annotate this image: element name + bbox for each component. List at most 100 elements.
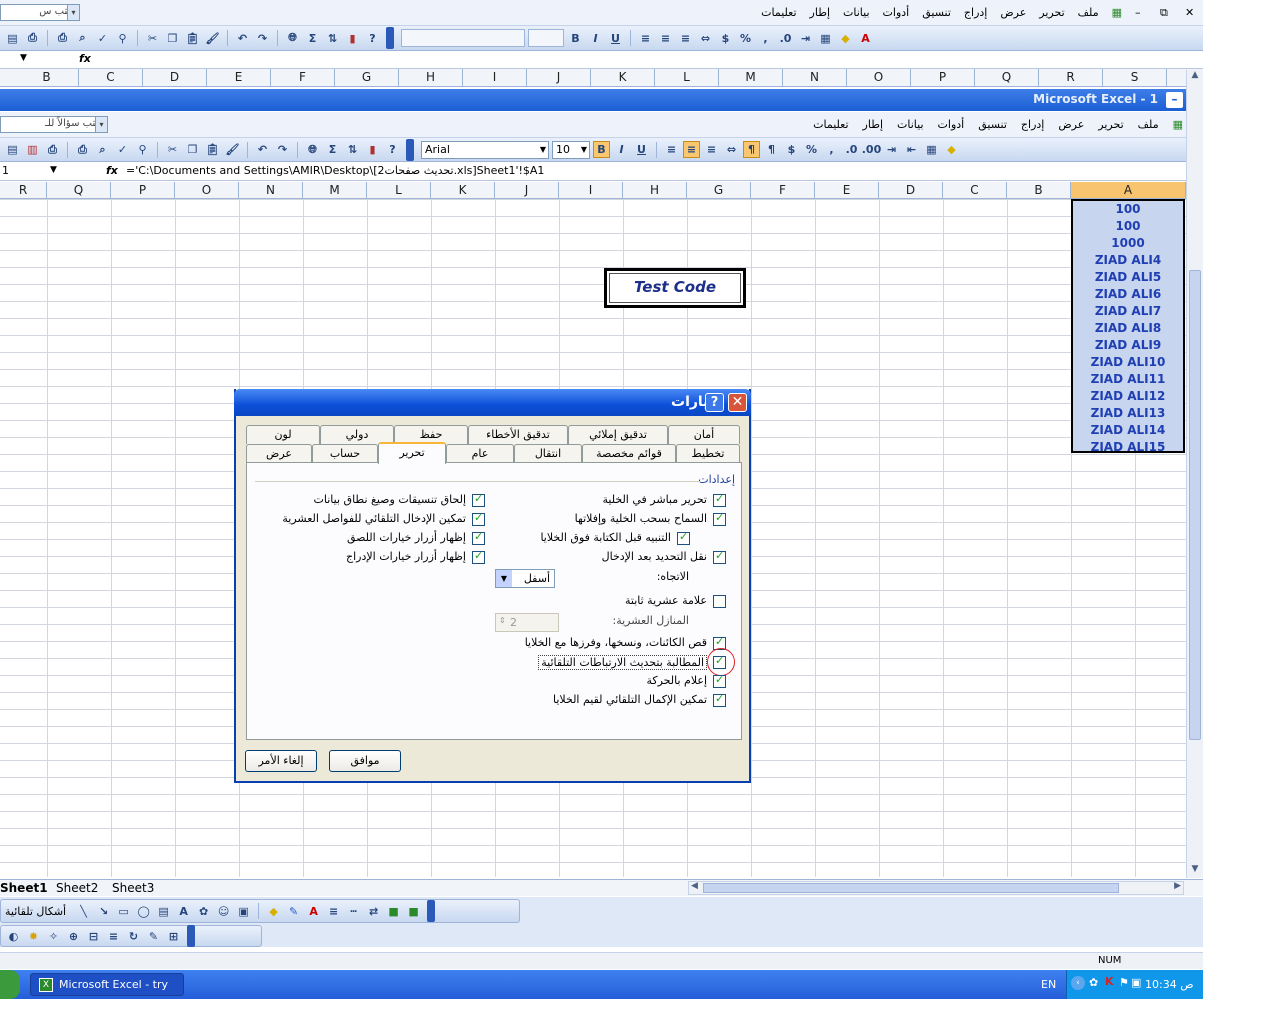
sort-icon[interactable]: ⇅ (324, 30, 341, 47)
network-icon[interactable]: ✿ (1089, 976, 1098, 989)
cell[interactable]: ZIAD ALI10 (1073, 354, 1183, 371)
tab-color[interactable]: لون (246, 425, 320, 444)
insert-options-checkbox[interactable] (472, 549, 485, 564)
cell[interactable]: ZIAD ALI14 (1073, 422, 1183, 439)
fixed-decimal-label[interactable]: علامة عشرية ثابتة (625, 594, 707, 607)
cell[interactable]: ZIAD ALI4 (1073, 252, 1183, 269)
col-header[interactable]: J (527, 69, 591, 86)
cell[interactable]: 100 (1073, 201, 1183, 218)
chevron-down-icon[interactable]: ▼ (540, 142, 546, 158)
taskbar-excel-button[interactable]: X Microsoft Excel - try (30, 973, 184, 996)
tab-chart[interactable]: تخطيط (676, 444, 740, 463)
permission-icon[interactable]: ⎙ (44, 141, 61, 158)
align-right-icon[interactable]: ≡ (637, 30, 654, 47)
menu-edit[interactable]: تحرير (1039, 6, 1064, 19)
tab-security[interactable]: أمان (668, 425, 740, 444)
cell[interactable]: ZIAD ALI15 (1073, 439, 1183, 456)
col-header[interactable]: E (207, 69, 271, 86)
animation-checkbox[interactable] (713, 673, 726, 688)
font-color-icon[interactable]: A (305, 903, 322, 920)
italic-icon[interactable]: I (613, 141, 630, 158)
animation-label[interactable]: إعلام بالحركة (646, 674, 707, 687)
insert-options-label[interactable]: إظهار أزرار خيارات الإدراج (346, 550, 466, 563)
col-header[interactable]: D (879, 182, 943, 198)
ltr-icon[interactable]: ¶ (763, 141, 780, 158)
alert-overwrite-checkbox[interactable] (677, 530, 690, 545)
cut-icon[interactable]: ✂ (164, 141, 181, 158)
print-preview-icon[interactable]: ⌕ (74, 30, 91, 47)
auto-percent-checkbox[interactable] (472, 511, 485, 526)
spinner-icon[interactable]: ⇕ (499, 616, 506, 625)
indent-icon[interactable]: ⇥ (883, 141, 900, 158)
edit-in-cell-checkbox[interactable] (713, 492, 726, 507)
tab-edit[interactable]: تحرير (378, 442, 446, 464)
inner-menu-edit[interactable]: تحرير (1098, 118, 1123, 131)
print-preview-icon[interactable]: ⌕ (94, 141, 111, 158)
col-header[interactable]: P (111, 182, 175, 198)
inner-menu-data[interactable]: بيانات (897, 118, 924, 131)
inner-question-box[interactable]: اكتب سؤالاً للـ ▾ (0, 116, 108, 133)
edit-in-cell-label[interactable]: تحرير مباشر في الخلية (603, 493, 708, 506)
percent-icon[interactable]: % (803, 141, 820, 158)
autosum-icon[interactable]: Σ (324, 141, 341, 158)
chevron-down-icon[interactable]: ▼ (496, 570, 512, 587)
tab-general[interactable]: عام (446, 444, 514, 463)
sheet-tab-sheet3[interactable]: Sheet3 (112, 881, 154, 895)
cell[interactable]: ZIAD ALI5 (1073, 269, 1183, 286)
menu-tools[interactable]: أدوات (883, 6, 910, 19)
col-header[interactable]: H (399, 69, 463, 86)
menu-window[interactable]: إطار (810, 6, 830, 19)
outdent-icon[interactable]: ⇤ (903, 141, 920, 158)
help-icon[interactable]: ? (364, 30, 381, 47)
sheet-tab-sheet1[interactable]: Sheet1 (0, 881, 48, 895)
menu-help[interactable]: تعليمات (761, 6, 796, 19)
research-icon[interactable]: ⚲ (114, 30, 131, 47)
autocomplete-label[interactable]: تمكين الإكمال التلقائي لقيم الخلايا (553, 693, 707, 706)
italic-icon[interactable]: I (587, 30, 604, 47)
group-icon[interactable]: ⊞ (165, 928, 182, 945)
col-header[interactable]: G (335, 69, 399, 86)
cut-icon[interactable]: ✂ (144, 30, 161, 47)
col-header[interactable]: I (463, 69, 527, 86)
redo-icon[interactable]: ↷ (254, 30, 271, 47)
col-header[interactable]: B (15, 69, 79, 86)
col-header[interactable]: C (79, 69, 143, 86)
shadow-icon[interactable]: ■ (385, 903, 402, 920)
currency-icon[interactable]: $ (717, 30, 734, 47)
indent-icon[interactable]: ⇥ (797, 30, 814, 47)
formula-input[interactable]: ='C:\Documents and Settings\AMIR\Desktop… (126, 164, 544, 177)
inner-menu-insert[interactable]: إدراج (1021, 118, 1044, 131)
increase-decimal-icon[interactable]: .0 (777, 30, 794, 47)
research-icon[interactable]: ⚲ (134, 141, 151, 158)
rtl-icon[interactable]: ¶ (743, 141, 760, 158)
help-icon[interactable]: ? (705, 393, 724, 412)
pdf-icon[interactable]: ▥ (24, 141, 41, 158)
edit-points-icon[interactable]: ✎ (145, 928, 162, 945)
inner-minimize-button[interactable]: – (1166, 92, 1183, 108)
save-icon[interactable]: ▤ (4, 141, 21, 158)
extend-formats-label[interactable]: إلحاق تنسيقات وصيغ نطاق بيانات (314, 493, 466, 506)
tab-view[interactable]: عرض (246, 444, 312, 463)
shape-icon[interactable]: ◐ (5, 928, 22, 945)
col-header[interactable]: E (815, 182, 879, 198)
print-icon[interactable]: ⎙ (54, 30, 71, 47)
outer-font-box[interactable] (401, 29, 525, 47)
outer-question-box[interactable]: اكتب س ▾ (0, 4, 80, 21)
decrease-decimal-icon[interactable]: .00 (862, 141, 882, 158)
clipart-icon[interactable]: ☺ (215, 903, 232, 920)
dash-style-icon[interactable]: ┅ (345, 903, 362, 920)
col-header[interactable]: H (623, 182, 687, 198)
wordart-icon[interactable]: A (175, 903, 192, 920)
autoshapes-menu[interactable]: أشكال تلقائية (5, 905, 66, 918)
autocomplete-checkbox[interactable] (713, 692, 726, 707)
cell[interactable]: 1000 (1073, 235, 1183, 252)
test-code-button[interactable]: Test Code (604, 268, 746, 308)
drag-drop-checkbox[interactable] (713, 511, 726, 526)
col-header[interactable]: F (751, 182, 815, 198)
col-header[interactable]: I (559, 182, 623, 198)
scroll-left-icon[interactable]: ◀ (691, 881, 698, 891)
spelling-icon[interactable]: ✓ (114, 141, 131, 158)
hyperlink-icon[interactable]: 🌐︎ (304, 141, 321, 158)
undo-icon[interactable]: ↶ (254, 141, 271, 158)
col-header[interactable]: D (143, 69, 207, 86)
